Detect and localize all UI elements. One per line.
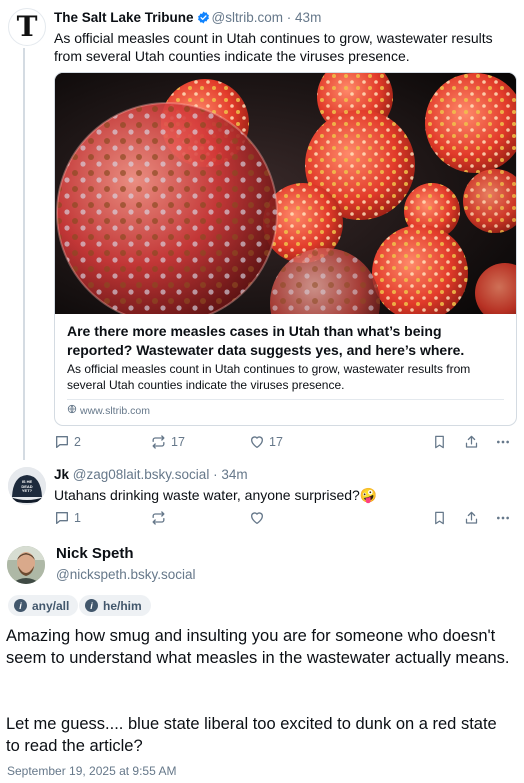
post-header: The Salt Lake Tribune @sltrib.com · 43m [54,10,321,27]
like-button[interactable]: 17 [249,434,283,450]
divider [67,399,504,400]
info-icon: i [85,599,98,612]
pronoun-pill: i any/all [8,595,79,616]
more-options-button[interactable] [495,434,511,450]
author-name[interactable]: The Salt Lake Tribune [54,10,194,25]
post-sltrib[interactable]: T The Salt Lake Tribune @sltrib.com · 43m… [0,0,524,460]
like-icon [249,434,265,450]
more-icon [495,510,511,526]
repost-icon [150,510,167,526]
reply-count: 2 [74,435,81,449]
like-count: 17 [269,435,283,449]
main-post-paragraph: Amazing how smug and insulting you are f… [6,627,510,667]
bookmark-icon [432,510,447,526]
more-icon [495,434,511,450]
verified-icon [197,11,210,27]
like-button[interactable] [249,510,265,526]
pronoun-label: any/all [32,598,70,613]
link-card[interactable]: Are there more measles cases in Utah tha… [54,72,517,426]
reply-icon [54,434,70,450]
repost-count: 17 [171,435,185,449]
avatar[interactable]: IS HE DEAD YET? [8,467,46,505]
bookmark-icon [432,434,447,450]
share-button[interactable] [464,434,479,450]
like-icon [249,510,265,526]
bookmark-button[interactable] [432,434,447,450]
share-icon [464,510,479,526]
more-options-button[interactable] [495,510,511,526]
repost-icon [150,434,167,450]
link-domain-text: www.sltrib.com [80,404,151,417]
separator: · [286,10,292,25]
link-card-title[interactable]: Are there more measles cases in Utah tha… [67,322,504,360]
reply-button[interactable]: 1 [54,510,81,526]
main-post-paragraph: Let me guess.... blue state liberal too … [6,715,497,755]
avatar-hat-text: IS HE DEAD YET? [21,479,33,493]
link-card-domain: www.sltrib.com [67,404,150,417]
share-icon [464,434,479,450]
author-handle[interactable]: @zag08lait.bsky.social [73,467,210,482]
info-icon: i [14,599,27,612]
bookmark-button[interactable] [432,510,447,526]
author-handle[interactable]: @sltrib.com [212,10,283,25]
post-header: Jk @zag08lait.bsky.social · 34m [54,467,248,482]
share-button[interactable] [464,510,479,526]
link-card-description: As official measles count in Utah contin… [67,362,471,392]
post-jk[interactable]: IS HE DEAD YET? Jk @zag08lait.bsky.socia… [0,460,524,535]
separator: · [213,467,218,482]
globe-icon [67,404,77,417]
post-text: As official measles count in Utah contin… [54,30,493,64]
repost-button[interactable]: 17 [150,434,185,450]
avatar-logo-letter: T [16,10,38,43]
post-actions: 2 17 17 [54,434,516,454]
author-name[interactable]: Nick Speth [56,545,134,562]
reply-count: 1 [74,511,81,525]
author-name[interactable]: Jk [54,467,69,482]
reply-button[interactable]: 2 [54,434,81,450]
repost-button[interactable] [150,510,167,526]
avatar[interactable]: T [8,8,46,46]
reply-icon [54,510,70,526]
post-age[interactable]: 43m [295,10,321,25]
pronoun-label: he/him [103,598,142,613]
post-text: Utahans drinking waste water, anyone sur… [54,487,378,503]
pronoun-pill: i he/him [79,595,151,616]
author-handle[interactable]: @nickspeth.bsky.social [56,567,196,582]
post-age[interactable]: 34m [221,467,247,482]
link-card-image [55,73,516,314]
avatar[interactable] [7,546,45,584]
post-actions: 1 [54,510,516,530]
post-timestamp[interactable]: September 19, 2025 at 9:55 AM [7,764,176,778]
